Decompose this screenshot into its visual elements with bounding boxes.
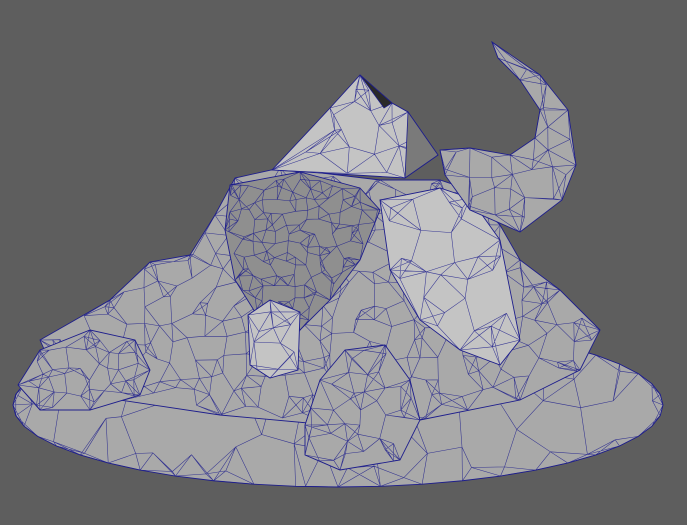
mesh-scene[interactable]	[0, 0, 687, 525]
wireframe-mesh[interactable]	[12, 40, 664, 488]
pyramid-side-shadow	[404, 110, 439, 179]
boulder-left-fill	[17, 329, 151, 411]
3d-viewport[interactable]	[0, 0, 687, 525]
rock-column	[247, 299, 301, 379]
boulder-left	[17, 329, 151, 411]
